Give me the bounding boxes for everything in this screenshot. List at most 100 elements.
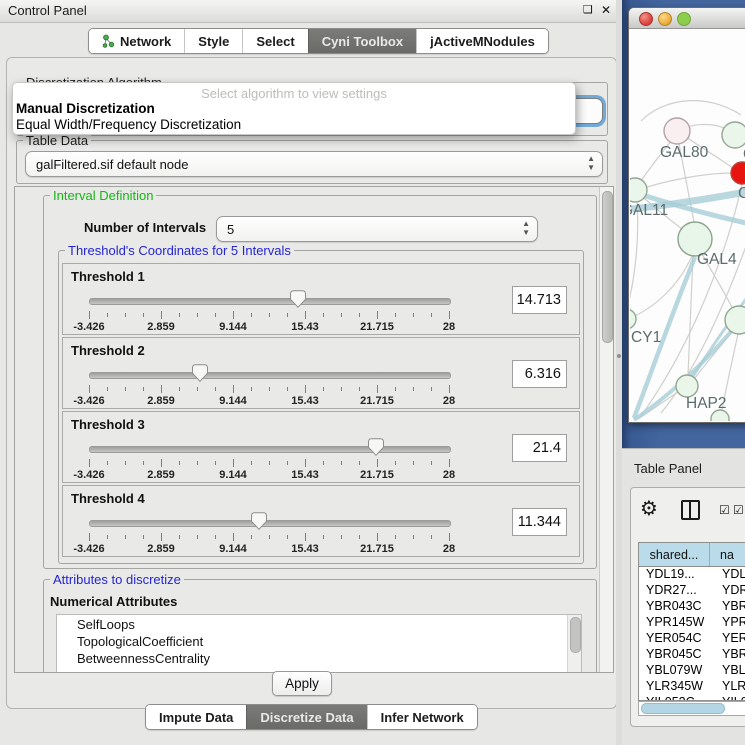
table-row[interactable]: YBL079WYBL0 — [639, 663, 745, 679]
tick-mark — [251, 461, 252, 465]
network-view-window[interactable]: GAL80GACGAL11GAL4GCY1HHAP2 — [628, 7, 745, 423]
table-row[interactable]: YLR345WYLR3 — [639, 679, 745, 695]
threshold-slider[interactable]: -3.4262.8599.14415.4321.71528 — [87, 512, 453, 554]
threshold-slider[interactable]: -3.4262.8599.14415.4321.71528 — [87, 438, 453, 480]
tick-mark — [269, 387, 270, 391]
slider-thumb[interactable] — [368, 438, 384, 457]
table-row[interactable]: YER054CYER0 — [639, 631, 745, 647]
float-window-icon[interactable]: ❑ — [583, 3, 593, 18]
tick-label: -3.426 — [73, 543, 104, 555]
tick-mark — [233, 533, 234, 541]
tick-mark — [377, 311, 378, 319]
table-row[interactable]: YDL19...YDL1 — [639, 567, 745, 583]
algorithm-dropdown-popup: Select algorithm to view settings Manual… — [12, 82, 576, 135]
tick-mark — [341, 461, 342, 465]
popup-option-manual-discretization[interactable]: Manual Discretization — [16, 101, 155, 116]
threshold-value-input[interactable] — [512, 508, 567, 536]
node-attribute-table[interactable]: shared...na YDL19...YDL1YDR27...YDR2YBR0… — [638, 542, 745, 701]
network-canvas[interactable]: GAL80GACGAL11GAL4GCY1HHAP2 — [630, 29, 745, 421]
scrollbar-thumb[interactable] — [641, 703, 725, 714]
attribute-item-selfloops[interactable]: SelfLoops — [77, 616, 581, 633]
slider-track[interactable] — [89, 298, 451, 305]
tick-label: 15.43 — [291, 395, 319, 407]
scrollbar-thumb[interactable] — [570, 617, 581, 653]
tick-mark — [215, 461, 216, 465]
table-panel: ⚙ ☑ ☑ shared...na YDL19...YDL1YDR27...YD… — [630, 487, 745, 727]
tick-mark — [431, 461, 432, 465]
threshold-slider[interactable]: -3.4262.8599.14415.4321.71528 — [87, 364, 453, 406]
apply-button[interactable]: Apply — [272, 671, 332, 696]
tick-mark — [89, 459, 90, 467]
attribute-item-betweennesscentrality[interactable]: BetweennessCentrality — [77, 650, 581, 667]
tab-discretize-data[interactable]: Discretize Data — [246, 705, 366, 729]
checkbox-icon[interactable]: ☑ — [733, 503, 744, 517]
column-header-shared[interactable]: shared... — [639, 543, 710, 566]
threshold-value-input[interactable] — [512, 360, 567, 388]
threshold-value-input[interactable] — [512, 286, 567, 314]
minimize-traffic-light-icon[interactable] — [658, 12, 672, 26]
table-cell: YDR27... — [639, 583, 716, 599]
table-data-combobox[interactable]: galFiltered.sif default node ▲▼ — [25, 151, 603, 177]
tick-mark — [359, 535, 360, 539]
tick-label: 15.43 — [291, 469, 319, 481]
threshold-label: Threshold 3 — [71, 417, 145, 432]
table-cell: YBL079W — [639, 663, 716, 679]
tab-network[interactable]: Network — [89, 29, 184, 53]
slider-track[interactable] — [89, 446, 451, 453]
table-panel-section: Table Panel ⚙ ☑ ☑ shared...na YDL19...YD… — [622, 448, 745, 745]
zoom-traffic-light-icon[interactable] — [677, 12, 691, 26]
slider-track[interactable] — [89, 520, 451, 527]
table-cell: YDL19... — [639, 567, 716, 583]
table-row[interactable]: YBR043CYBR0 — [639, 599, 745, 615]
tick-mark — [107, 535, 108, 539]
close-icon[interactable]: ✕ — [601, 3, 611, 18]
attributes-scrollbar[interactable] — [567, 615, 581, 673]
tick-mark — [413, 387, 414, 391]
slider-thumb[interactable] — [251, 512, 267, 531]
tab-label: Infer Network — [381, 710, 464, 725]
slider-track[interactable] — [89, 372, 451, 379]
table-panel-title: Table Panel — [634, 461, 702, 476]
tick-mark — [89, 533, 90, 541]
tick-mark — [269, 461, 270, 465]
threshold-value-input[interactable] — [512, 434, 567, 462]
tab-jactivemnodules[interactable]: jActiveMNodules — [416, 29, 548, 53]
tab-select[interactable]: Select — [242, 29, 307, 53]
table-row[interactable]: YBR045CYBR0 — [639, 647, 745, 663]
settings-scrollbar[interactable] — [599, 187, 613, 672]
checkbox-icon[interactable]: ☑ — [719, 503, 730, 517]
tick-mark — [323, 313, 324, 317]
splitter-grip-icon[interactable] — [617, 354, 621, 358]
slider-thumb[interactable] — [192, 364, 208, 383]
tick-mark — [179, 535, 180, 539]
tick-mark — [395, 461, 396, 465]
columns-icon[interactable] — [681, 500, 700, 520]
column-header-na[interactable]: na — [710, 543, 745, 566]
attribute-item-topologicalcoefficient[interactable]: TopologicalCoefficient — [77, 633, 581, 650]
table-row[interactable]: YPR145WYPR1 — [639, 615, 745, 631]
table-row[interactable]: YDR27...YDR2 — [639, 583, 745, 599]
threshold-slider[interactable]: -3.4262.8599.14415.4321.71528 — [87, 290, 453, 332]
table-horizontal-scrollbar[interactable] — [638, 701, 745, 716]
network-window-titlebar[interactable] — [629, 8, 745, 29]
tick-label: 9.144 — [219, 321, 247, 333]
tab-infer-network[interactable]: Infer Network — [367, 705, 477, 729]
tab-style[interactable]: Style — [184, 29, 242, 53]
table-cell: YBR0 — [716, 599, 745, 615]
tick-mark — [287, 387, 288, 391]
scrollbar-thumb[interactable] — [602, 191, 613, 343]
table-cell: YBR043C — [639, 599, 716, 615]
number-of-intervals-combobox[interactable]: 5 ▲▼ — [216, 216, 538, 242]
tab-impute-data[interactable]: Impute Data — [146, 705, 246, 729]
tick-mark — [377, 533, 378, 541]
tick-mark — [359, 387, 360, 391]
slider-thumb[interactable] — [290, 290, 306, 309]
close-traffic-light-icon[interactable] — [639, 12, 653, 26]
table-cell: YER0 — [716, 631, 745, 647]
popup-option-equal-width-frequency-discretization[interactable]: Equal Width/Frequency Discretization — [16, 117, 241, 132]
tick-mark — [449, 385, 450, 393]
svg-text:GAL11: GAL11 — [630, 202, 668, 219]
numerical-attributes-list[interactable]: SelfLoopsTopologicalCoefficientBetweenne… — [56, 614, 582, 673]
tab-cyni-toolbox[interactable]: Cyni Toolbox — [308, 29, 416, 53]
gear-icon[interactable]: ⚙ — [640, 496, 658, 522]
